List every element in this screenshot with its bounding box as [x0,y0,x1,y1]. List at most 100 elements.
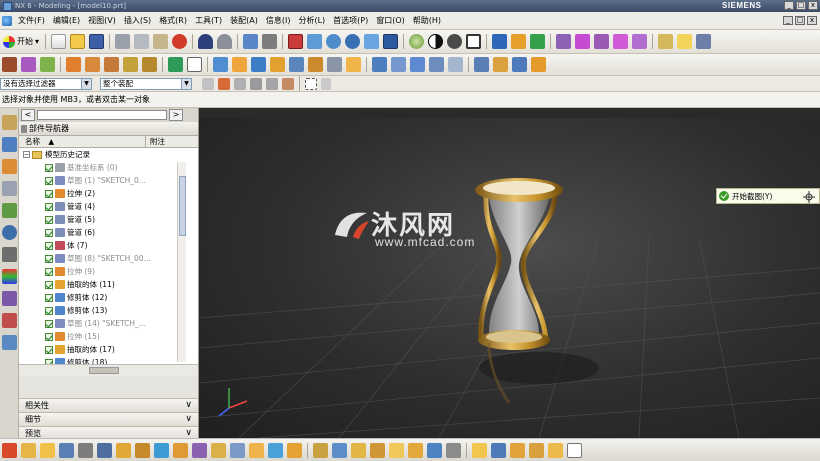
edge-rules-icon[interactable] [266,77,278,90]
sketch-icon[interactable] [2,57,17,72]
menu-information[interactable]: 信息(I) [262,15,295,26]
ruler-icon[interactable] [677,34,693,49]
system-scenes-icon[interactable] [2,335,17,350]
visibility-checkbox[interactable] [45,306,53,315]
point-icon[interactable] [313,442,328,458]
visibility-checkbox[interactable] [45,293,53,302]
rotate-icon[interactable] [345,34,361,49]
edge-blend-icon[interactable] [270,57,285,72]
doc-minimize-button[interactable]: _ [783,16,793,25]
move-face-icon[interactable] [446,442,461,458]
visibility-checkbox[interactable] [45,319,53,328]
boss-icon[interactable] [123,57,138,72]
tree-item[interactable]: 草图 (1) "SKETCH_0... [19,174,198,187]
menu-analysis[interactable]: 分析(L) [294,15,329,26]
replace-face-icon[interactable] [491,442,506,458]
section-icon[interactable] [173,442,188,458]
dropdown-icon[interactable] [321,77,331,90]
tree-item[interactable]: 管道 (5) [19,213,198,226]
section-details[interactable]: 细节 ∨ [19,412,198,426]
law-curve-icon[interactable] [192,442,207,458]
delete-icon[interactable] [172,34,188,49]
command-finder-icon[interactable] [262,34,278,49]
intersection-icon[interactable] [632,34,648,49]
visibility-checkbox[interactable] [45,254,53,263]
reuse-library-icon[interactable] [2,181,17,196]
wrap-icon[interactable] [427,442,442,458]
tree-item[interactable]: 管道 (4) [19,200,198,213]
scope-select[interactable]: 整个装配 ▼ [100,77,192,90]
tree-item[interactable]: 基准坐标系 (0) [19,161,198,174]
scrollbar-thumb[interactable] [179,176,186,236]
ok-check-icon[interactable] [719,191,729,201]
project-curve-icon[interactable] [268,442,283,458]
flange-icon[interactable] [135,442,150,458]
midpoint-icon[interactable] [594,34,610,49]
body-icon[interactable] [351,442,366,458]
pocket-icon[interactable] [142,57,157,72]
surface-analysis-icon[interactable] [40,442,55,458]
background-icon[interactable] [428,34,444,49]
tree-item[interactable]: 抽取的体 (11) [19,278,198,291]
shaded-view-icon[interactable] [383,34,399,49]
assembly-navigator-icon[interactable] [2,115,17,130]
revolve-icon[interactable] [85,57,100,72]
visibility-checkbox[interactable] [45,176,53,185]
tree-vertical-scrollbar[interactable] [177,162,186,362]
manufacturing-wizards-icon[interactable] [2,291,17,306]
menu-window[interactable]: 窗口(O) [372,15,409,26]
spline-icon[interactable] [230,442,245,458]
synchronous-icon[interactable] [472,442,487,458]
analysis-icon[interactable] [2,442,17,458]
draft-icon[interactable] [327,57,342,72]
visibility-checkbox[interactable] [45,241,53,250]
restore-button[interactable]: □ [796,1,806,10]
through-curves-icon[interactable] [493,57,508,72]
zoom-window-icon[interactable] [307,34,323,49]
trim-icon[interactable] [389,442,404,458]
tree-item[interactable]: 管道 (6) [19,226,198,239]
snap-point-icon[interactable] [556,34,572,49]
collapse-icon[interactable]: − [23,151,30,158]
body-rules-icon[interactable] [282,77,294,90]
start-button[interactable]: 开始 ▾ [3,35,39,48]
line-icon[interactable] [21,57,36,72]
visibility-checkbox[interactable] [45,189,53,198]
layer-settings-icon[interactable] [466,34,482,49]
history-icon[interactable] [2,225,17,240]
sew-surface-icon[interactable] [59,442,74,458]
select-icon[interactable] [243,34,259,49]
visibility-checkbox[interactable] [45,345,53,354]
endpoint-icon[interactable] [575,34,591,49]
type-filter-select[interactable]: 没有选择过滤器 ▼ [0,77,92,90]
cut-icon[interactable] [115,34,131,49]
tree-horizontal-scrollbar[interactable] [19,364,198,376]
pattern-icon[interactable] [372,57,387,72]
tree-item[interactable]: 拉伸 (2) [19,187,198,200]
open-folder-icon[interactable] [70,34,86,49]
tree-item[interactable]: 修剪体 (13) [19,304,198,317]
visibility-checkbox[interactable] [45,163,53,172]
save-icon[interactable] [89,34,105,49]
visibility-checkbox[interactable] [45,202,53,211]
mirror-icon[interactable] [391,57,406,72]
undo-icon[interactable] [198,34,214,49]
visibility-checkbox[interactable] [45,267,53,276]
visibility-checkbox[interactable] [45,332,53,341]
menu-help[interactable]: 帮助(H) [409,15,445,26]
tree-item[interactable]: 修剪体 (12) [19,291,198,304]
column-name[interactable]: 名称 ▲ [19,136,146,147]
move-object-icon[interactable] [492,34,508,49]
visibility-checkbox[interactable] [45,280,53,289]
shell-icon[interactable] [308,57,323,72]
extrude-icon[interactable] [66,57,81,72]
tree-root-model-history[interactable]: − 模型历史记录 [19,148,198,161]
chamfer-icon[interactable] [289,57,304,72]
scrollbar-thumb[interactable] [89,367,119,374]
tab-scroll-right[interactable]: > [169,109,183,121]
doc-restore-button[interactable]: □ [795,16,805,25]
measure-distance-icon[interactable] [658,34,674,49]
tree-item[interactable]: 草图 (8) "SKETCH_00... [19,252,198,265]
fit-icon[interactable] [288,34,304,49]
curve-icon[interactable] [211,442,226,458]
